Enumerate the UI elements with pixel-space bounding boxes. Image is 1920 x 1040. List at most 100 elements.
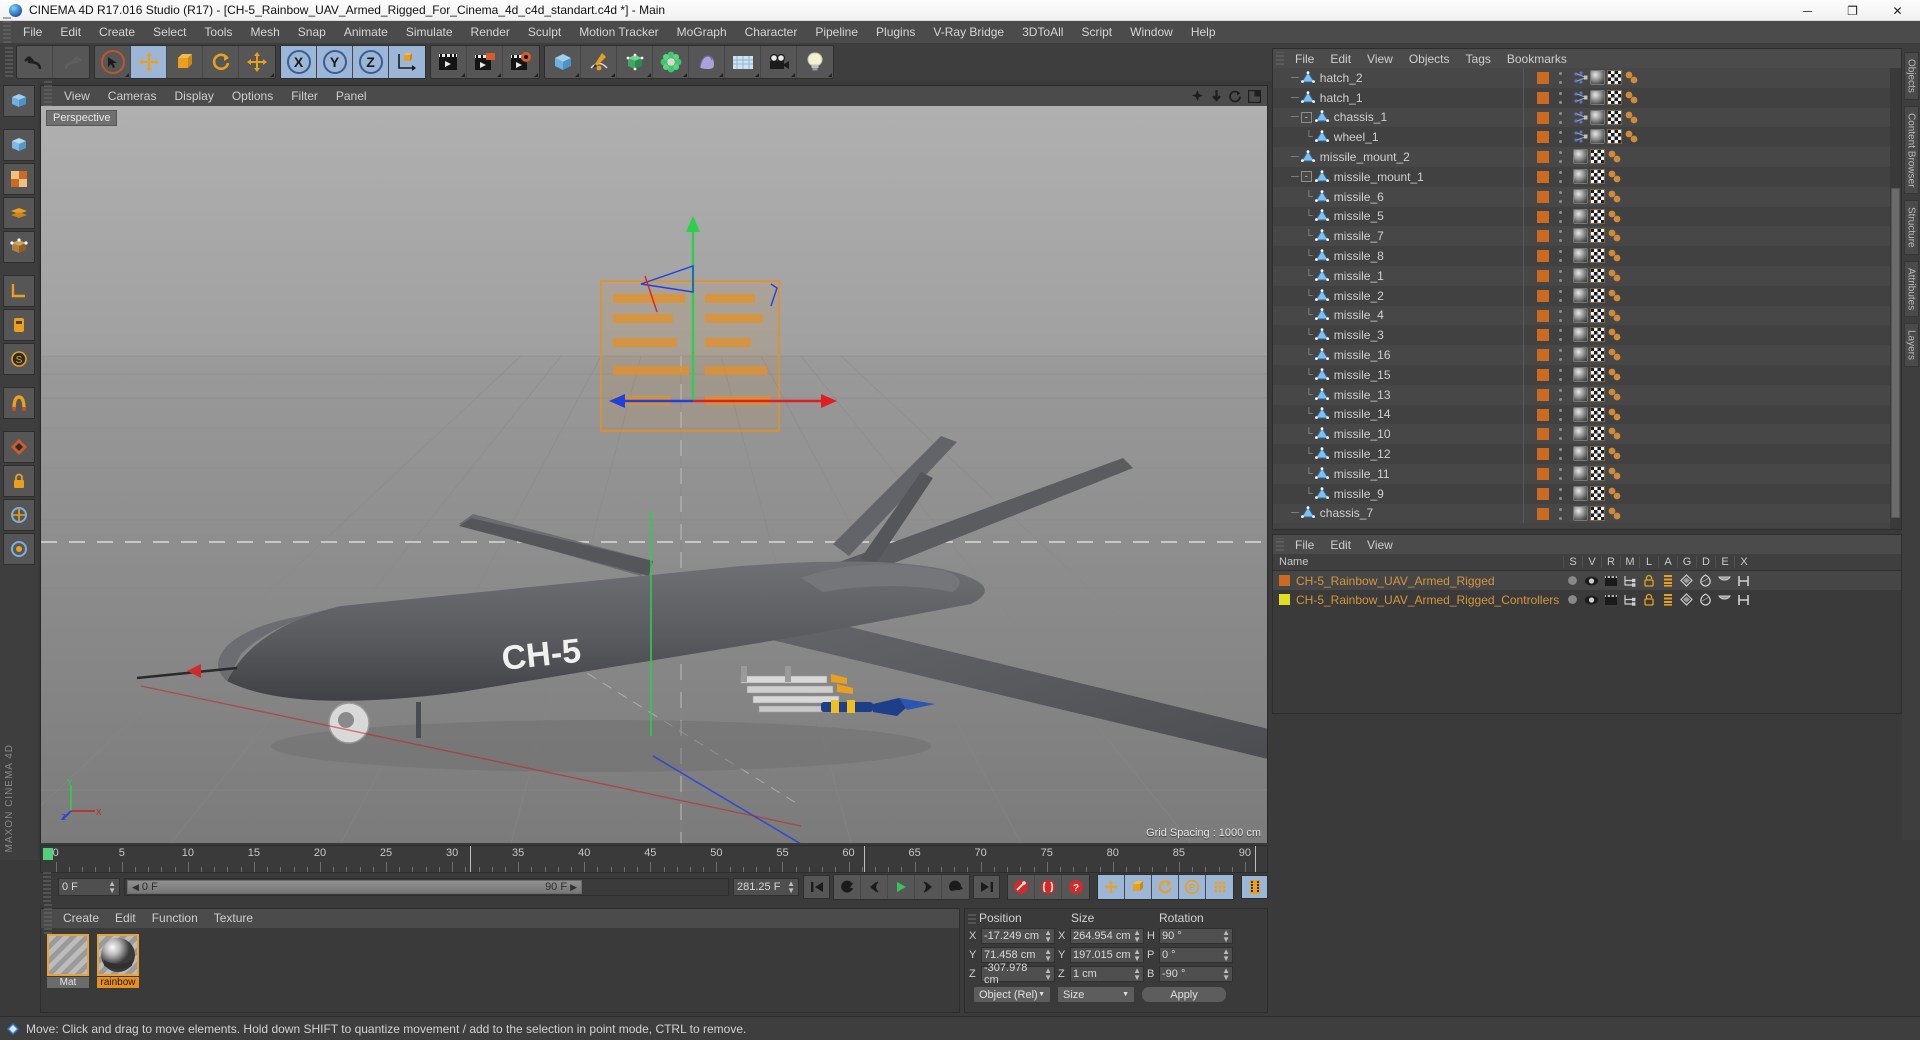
material-menu-function[interactable]: Function (144, 909, 206, 928)
viewport-menu-cameras[interactable]: Cameras (99, 86, 166, 106)
menu-item-help[interactable]: Help (1182, 21, 1225, 43)
object-row[interactable]: └ missile_10 (1273, 424, 1901, 445)
visibility-dots[interactable] (1559, 210, 1562, 223)
material-tag-icon[interactable] (1573, 188, 1588, 204)
current-frame-marker[interactable] (43, 848, 53, 860)
make-editable-button[interactable] (3, 85, 35, 117)
edges-mode-button[interactable] (3, 275, 35, 307)
menu-item-tools[interactable]: Tools (195, 21, 241, 43)
lock-z-axis-button[interactable]: Z (353, 46, 389, 78)
object-row[interactable]: └ missile_15 (1273, 364, 1901, 385)
object-row[interactable]: └ missile_13 (1273, 384, 1901, 405)
visibility-dots[interactable] (1559, 368, 1562, 381)
material-tag-icon[interactable] (1573, 287, 1588, 303)
material-tag-icon[interactable] (1590, 109, 1605, 125)
workplane-button[interactable] (3, 499, 35, 531)
texture-tag-icon[interactable] (1590, 465, 1605, 481)
material-item[interactable]: rainbow (97, 934, 139, 988)
objmgr-menu-file[interactable]: File (1287, 52, 1322, 66)
lock-x-axis-button[interactable]: X (281, 46, 317, 78)
lock-y-axis-button[interactable]: Y (317, 46, 353, 78)
scrollbar-thumb[interactable] (1891, 188, 1900, 518)
menu-item-motion-tracker[interactable]: Motion Tracker (570, 21, 667, 43)
selection-tag-icon[interactable] (1607, 486, 1622, 501)
layer-toggle-r[interactable] (1601, 575, 1620, 587)
texture-tag-icon[interactable] (1590, 505, 1605, 521)
texture-tag-icon[interactable] (1590, 406, 1605, 422)
layer-toggle-r[interactable] (1601, 594, 1620, 606)
texture-tag-icon[interactable] (1590, 307, 1605, 323)
object-tree-list[interactable]: ─ hatch_2 ─ hatch_1 ─ - chassis_1 └ wheel_1 ─ miss… (1273, 68, 1901, 529)
coord-pos-z-field[interactable]: -307.978 cm ▲ ▼ (981, 962, 1055, 986)
layer-toggle-a[interactable] (1658, 574, 1677, 587)
menu-item-vray-bridge[interactable]: V-Ray Bridge (924, 21, 1013, 43)
points-mode-button[interactable] (3, 231, 35, 263)
selection-tag-icon[interactable] (1607, 466, 1622, 481)
object-row[interactable]: ─ chassis_7 (1273, 503, 1901, 524)
layer-color-swatch[interactable] (1537, 111, 1549, 124)
range-right-arrow-icon[interactable]: ▶ (570, 882, 577, 893)
layer-toggle-m[interactable] (1620, 574, 1639, 587)
material-item[interactable]: Mat (47, 934, 89, 988)
redo-button[interactable] (53, 46, 89, 78)
objmgr-menu-view[interactable]: View (1359, 52, 1401, 66)
expander-toggle[interactable]: - (1300, 111, 1312, 123)
coord-rot-b-field[interactable]: -90 ° ▲ ▼ (1159, 965, 1233, 982)
timeline-grip[interactable] (43, 872, 51, 902)
object-row[interactable]: └ missile_3 (1273, 325, 1901, 346)
spinner-icon[interactable]: ▲ ▼ (1044, 966, 1052, 981)
layer-toggle-g[interactable] (1677, 593, 1696, 606)
menu-item-mograph[interactable]: MoGraph (668, 21, 736, 43)
selection-tag-icon[interactable] (1607, 248, 1622, 263)
key-scale-button[interactable] (1125, 875, 1152, 899)
spline-mode-button[interactable]: S (3, 343, 35, 375)
selection-tag-icon[interactable] (1607, 407, 1622, 422)
visibility-dots[interactable] (1559, 309, 1562, 322)
world-object-coordinate-button[interactable] (389, 46, 425, 78)
layer-color-swatch[interactable] (1537, 269, 1549, 282)
material-tag-icon[interactable] (1573, 267, 1588, 283)
menu-item-select[interactable]: Select (144, 21, 195, 43)
layer-color-swatch[interactable] (1537, 329, 1549, 342)
add-environment-button[interactable] (725, 46, 761, 78)
material-tag-icon[interactable] (1573, 208, 1588, 224)
object-manager-scrollbar[interactable] (1890, 68, 1901, 529)
spinner-icon[interactable]: ▲ ▼ (1133, 966, 1141, 981)
object-row[interactable]: ─ - chassis_1 (1273, 107, 1901, 128)
texture-tag-icon[interactable] (1590, 188, 1605, 204)
selection-tag-icon[interactable] (1607, 446, 1622, 461)
tab-content-browser[interactable]: Content Browser (1903, 105, 1919, 195)
material-tag-icon[interactable] (1573, 505, 1588, 521)
weight-tag-icon[interactable] (1573, 70, 1588, 85)
spinner-icon[interactable]: ▲ ▼ (108, 880, 116, 895)
add-camera-button[interactable] (761, 46, 797, 78)
spinner-icon[interactable]: ▲ ▼ (1222, 947, 1230, 962)
layer-color-swatch[interactable] (1537, 210, 1549, 223)
texture-tag-icon[interactable] (1590, 248, 1605, 264)
objmgr-menu-edit[interactable]: Edit (1322, 52, 1359, 66)
fps-field[interactable]: 281.25 F ▲ ▼ (733, 878, 799, 896)
layermgr-menu-edit[interactable]: Edit (1322, 538, 1359, 552)
layer-toggle-d[interactable] (1696, 593, 1715, 606)
material-menu-create[interactable]: Create (55, 909, 107, 928)
material-tag-icon[interactable] (1573, 347, 1588, 363)
selection-tag-icon[interactable] (1607, 387, 1622, 402)
texture-tag-icon[interactable] (1590, 228, 1605, 244)
lock-axis-button[interactable] (3, 465, 35, 497)
add-cube-button[interactable] (545, 46, 581, 78)
texture-tag-icon[interactable] (1607, 129, 1622, 145)
expander-toggle[interactable]: - (1300, 171, 1312, 183)
layer-row[interactable]: CH-5_Rainbow_UAV_Armed_Rigged_Controller… (1273, 590, 1901, 609)
tab-attributes[interactable]: Attributes (1903, 260, 1919, 318)
texture-tag-icon[interactable] (1590, 168, 1605, 184)
key-position-button[interactable] (1098, 875, 1125, 899)
object-row[interactable]: └ missile_1 (1273, 265, 1901, 286)
object-row[interactable]: └ missile_6 (1273, 186, 1901, 207)
layer-color-swatch[interactable] (1537, 289, 1549, 302)
magnet-tool-button[interactable] (3, 387, 35, 419)
objmgr-menu-bookmarks[interactable]: Bookmarks (1499, 52, 1575, 66)
close-button[interactable]: ✕ (1875, 0, 1920, 21)
undo-button[interactable] (17, 46, 53, 78)
material-tag-icon[interactable] (1573, 149, 1588, 165)
dolly-view-icon[interactable] (1210, 89, 1223, 103)
